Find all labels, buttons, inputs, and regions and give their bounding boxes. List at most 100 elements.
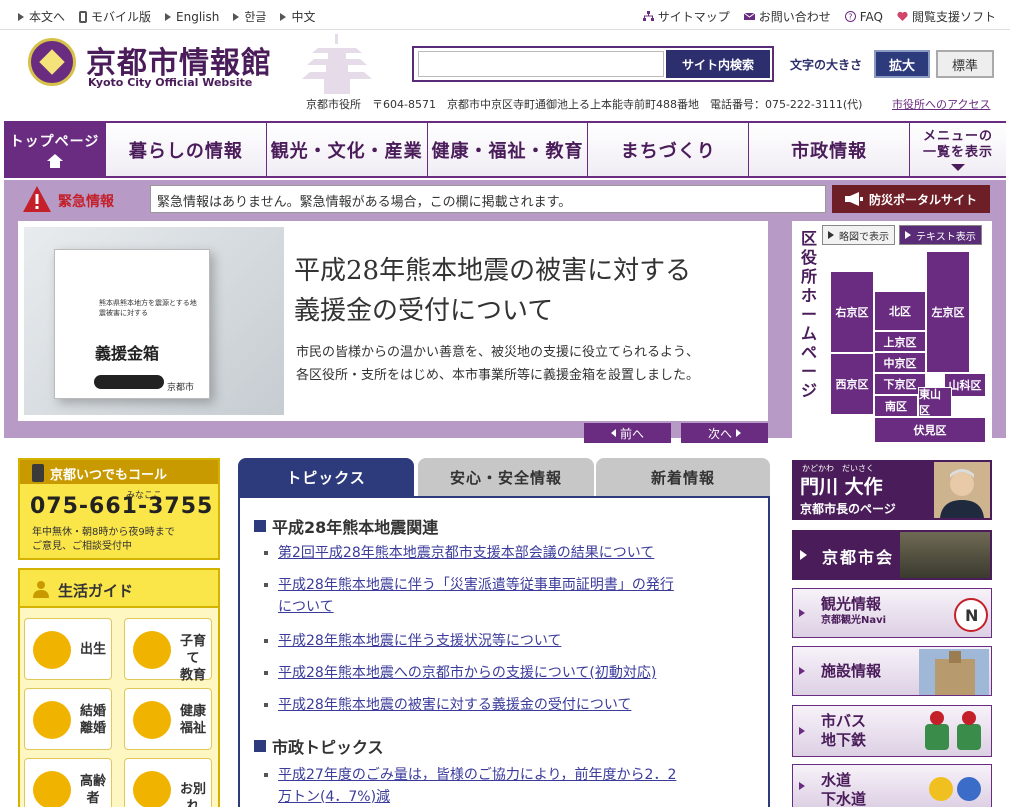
skip-to-content-link[interactable]: 本文へ <box>18 8 65 25</box>
hero-title-line2: 義援金の受付について <box>294 296 554 326</box>
call-center-box[interactable]: 京都いつでもコール みなここ 075-661-3755 年中無休・朝8時から夜9… <box>18 458 220 560</box>
topic-link[interactable]: 平成28年熊本地震の被害に対する義援金の受付について <box>278 694 760 716</box>
font-size-large-button[interactable]: 拡大 <box>874 50 930 78</box>
call-center-note: 年中無休・朝8時から夜9時まで ご意見、ご相談受付中 <box>32 527 175 552</box>
ward-fushimi[interactable]: 伏見区 <box>874 417 986 443</box>
farewell-icon <box>133 771 171 807</box>
heart-icon <box>897 11 908 21</box>
chinese-link[interactable]: 中文 <box>280 8 315 25</box>
mayor-portrait-icon <box>934 462 990 518</box>
svg-text:N: N <box>965 606 978 625</box>
facility-info-button[interactable]: 施設情報 <box>792 646 992 696</box>
water-sewer-button[interactable]: 水道 下水道 <box>792 764 992 807</box>
ward-higashiyama[interactable]: 東山区 <box>918 387 952 417</box>
city-council-banner[interactable]: 京都市会 <box>792 530 992 580</box>
city-hall-access-link[interactable]: 市役所へのアクセス <box>892 96 990 112</box>
english-link[interactable]: English <box>165 8 219 25</box>
life-guide-farewell[interactable]: お別れ <box>124 758 212 807</box>
sitemap-icon <box>642 11 654 21</box>
nav-menu-line2: 一覧を表示 <box>922 144 993 160</box>
site-search-button[interactable]: サイト内検索 <box>666 50 770 78</box>
tab-topics[interactable]: トピックス <box>238 458 414 496</box>
bullet-icon <box>264 583 268 587</box>
news-tabs: トピックス 安心・安全情報 新着情報 <box>238 458 770 496</box>
next-slide-button[interactable]: 次へ <box>681 423 768 443</box>
tourism-info-button[interactable]: 観光情報 京都観光Navi N <box>792 588 992 638</box>
building-icon <box>919 649 989 695</box>
mayor-page-banner[interactable]: かどかわ だいさく 門川 大作 京都市長のページ <box>792 460 992 520</box>
hero-body-line2: 各区役所・支所をはじめ、本市事業所等に義援金箱を設置しました。 <box>296 368 700 383</box>
tab-safety-info[interactable]: 安心・安全情報 <box>418 458 594 496</box>
prev-slide-button[interactable]: 前へ <box>584 423 671 443</box>
ward-ukyo[interactable]: 右京区 <box>830 271 874 353</box>
topic-link[interactable]: 平成28年熊本地震への京都市からの支援について(初動対応) <box>278 662 760 684</box>
donation-slot <box>94 375 164 389</box>
contact-link[interactable]: お問い合わせ <box>743 8 831 25</box>
phone-icon <box>32 464 44 482</box>
warning-icon <box>23 186 51 212</box>
utility-links-left: 本文へ モバイル版 English 한글 中文 <box>18 8 315 25</box>
mobile-version-link[interactable]: モバイル版 <box>79 8 151 25</box>
slide-pager: 前へ 次へ <box>584 423 768 443</box>
council-chamber-image <box>900 532 990 578</box>
topic-link[interactable]: 第2回平成28年熊本地震京都市支援本部会議の結果について <box>278 542 760 564</box>
mayor-name: 門川 大作 <box>800 476 883 498</box>
search-input[interactable] <box>418 51 664 77</box>
arrow-right-icon <box>905 231 911 239</box>
hero-slide[interactable]: 熊本県熊本地方を震源とする地震被害に対する 義援金箱 京都市 平成28年熊本地震… <box>18 221 768 421</box>
korean-link[interactable]: 한글 <box>233 8 266 25</box>
arrow-right-icon <box>799 727 805 735</box>
life-guide-marriage-divorce[interactable]: 結婚 離婚 <box>24 688 112 750</box>
life-guide-health-welfare[interactable]: 健康 福祉 <box>124 688 212 750</box>
topic-link[interactable]: 平成28年熊本地震に伴う支援状況等について <box>278 630 760 652</box>
arrow-right-icon <box>233 12 240 21</box>
text-view-button[interactable]: テキスト表示 <box>899 225 982 245</box>
ward-nakagyo[interactable]: 中京区 <box>874 352 926 373</box>
accessibility-software-link[interactable]: 閲覧支援ソフト <box>897 8 996 25</box>
nav-living-info[interactable]: 暮らしの情報 <box>106 123 266 176</box>
nav-town-planning[interactable]: まちづくり <box>588 123 749 176</box>
square-bullet-icon <box>254 520 266 532</box>
ward-nishikyo[interactable]: 西京区 <box>830 353 874 415</box>
arrow-right-icon <box>799 609 805 617</box>
chevron-down-icon <box>950 163 965 171</box>
font-size-standard-button[interactable]: 標準 <box>936 50 994 78</box>
ward-kamigyo[interactable]: 上京区 <box>874 331 926 352</box>
chevron-left-icon <box>610 429 616 437</box>
bullet-icon <box>264 773 268 777</box>
life-guide-childcare-education[interactable]: 子育て 教育 <box>124 618 212 683</box>
family-icon <box>133 631 171 669</box>
ward-sakyo[interactable]: 左京区 <box>926 251 970 373</box>
call-center-title: 京都いつでもコール <box>20 460 218 484</box>
main-nav: トップページ 暮らしの情報 観光・文化・産業 健康・福祉・教育 まちづくり 市政… <box>4 121 1006 178</box>
life-guide-elderly-care[interactable]: 高齢者介護 <box>24 758 112 807</box>
nav-tourism-culture-industry[interactable]: 観光・文化・産業 <box>266 123 427 176</box>
ward-minami[interactable]: 南区 <box>874 395 918 417</box>
disaster-portal-button[interactable]: 防災ポータルサイト <box>832 185 990 213</box>
svg-text:?: ? <box>848 13 852 22</box>
sitemap-link[interactable]: サイトマップ <box>642 8 730 25</box>
section-title-kumamoto: 平成28年熊本地震関連 <box>254 514 438 538</box>
bullet-icon <box>264 671 268 675</box>
pagoda-icon <box>302 34 372 94</box>
faq-link[interactable]: ? FAQ <box>844 8 883 25</box>
tab-new-info[interactable]: 新着情報 <box>596 458 770 496</box>
site-logo[interactable]: 京都市情報館 Kyoto City Official Website <box>22 34 372 94</box>
nav-city-administration[interactable]: 市政情報 <box>749 123 909 176</box>
bus-subway-button[interactable]: 市バス 地下鉄 <box>792 705 992 757</box>
nav-top-page[interactable]: トップページ <box>4 123 105 176</box>
emergency-label: 緊急情報 <box>58 194 114 210</box>
topic-link[interactable]: 平成27年度のごみ量は，皆様のご協力により，前年度から2．2 万トン(4．7%)減 <box>278 764 760 807</box>
arrow-right-icon <box>799 667 805 675</box>
life-guide-birth[interactable]: 出生 <box>24 618 112 680</box>
donation-box-city: 京都市 <box>167 383 195 393</box>
topic-link[interactable]: 平成28年熊本地震に伴う「災害派遣等従事車両証明書」の発行 について <box>278 574 760 618</box>
nav-health-welfare-education[interactable]: 健康・福祉・教育 <box>427 123 588 176</box>
ward-kita[interactable]: 北区 <box>874 291 926 331</box>
section-title-city-topics: 市政トピックス <box>254 734 384 758</box>
utility-bar: 本文へ モバイル版 English 한글 中文 サイトマップ お問い合わせ ? F… <box>0 0 1010 30</box>
nav-menu-list-button[interactable]: メニューの 一覧を表示 <box>909 123 1006 176</box>
kyoto-navi-logo-icon: N <box>954 598 988 632</box>
water-mascot-icon <box>929 777 981 801</box>
map-view-button[interactable]: 略図で表示 <box>822 225 895 245</box>
